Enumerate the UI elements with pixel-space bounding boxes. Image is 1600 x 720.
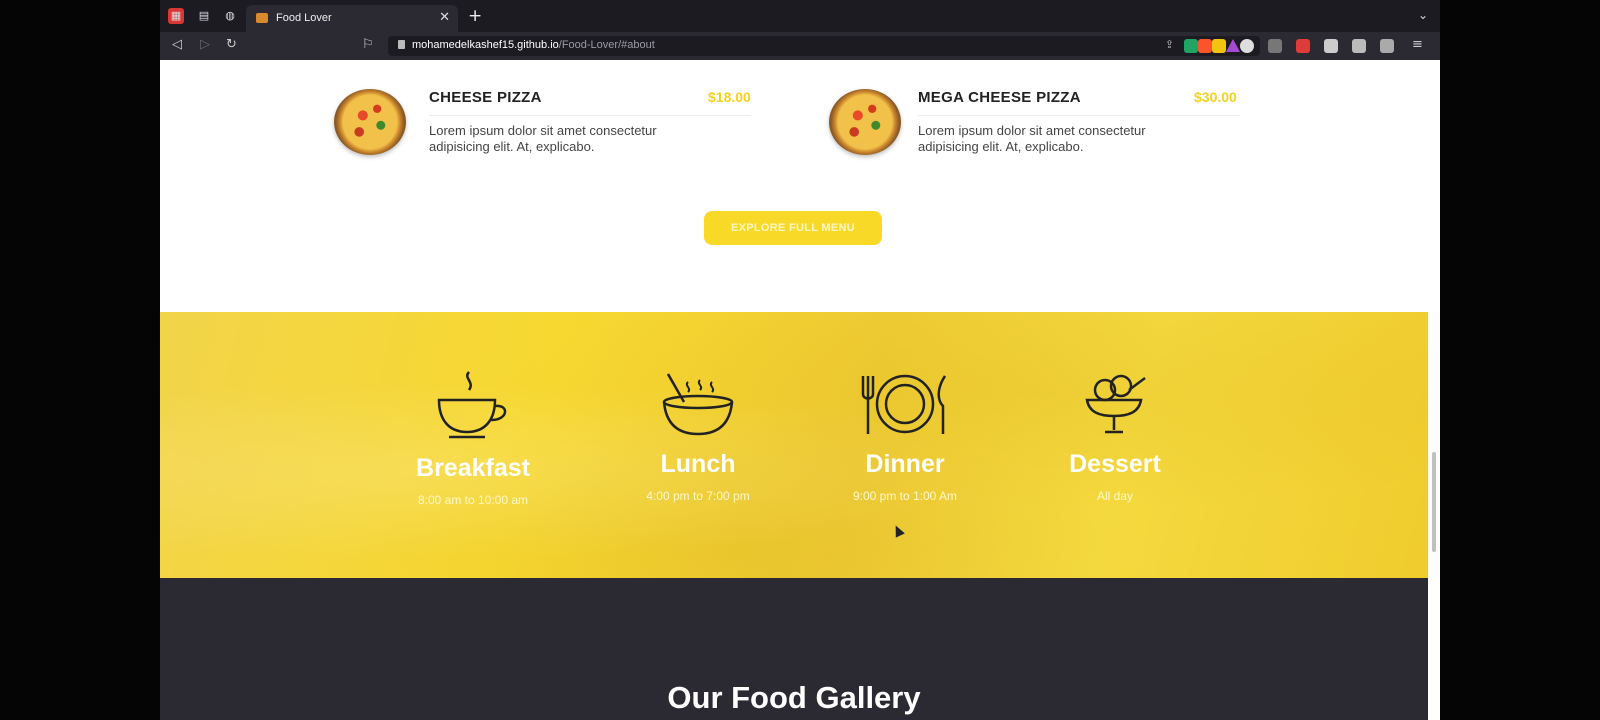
extension-icon[interactable] bbox=[1240, 39, 1254, 53]
pizza-image bbox=[334, 89, 406, 155]
menu-icon[interactable]: ≡ bbox=[1412, 37, 1423, 52]
tab-bar: ▦ ▤ ◍ Food Lover ✕ + ⌄ bbox=[160, 0, 1440, 32]
sidebar-icon[interactable] bbox=[1352, 39, 1366, 53]
meal-dinner: Dinner 9:00 pm to 1:00 Am bbox=[805, 368, 1005, 503]
bookmark-icon[interactable]: ⚐ bbox=[362, 37, 374, 52]
url-host: mohamedelkashef15.github.io bbox=[412, 39, 559, 51]
ice-cream-icon bbox=[1085, 374, 1146, 434]
dish-price: $18.00 bbox=[708, 89, 751, 105]
active-tab[interactable]: Food Lover ✕ bbox=[246, 5, 458, 32]
forward-icon[interactable]: ▷ bbox=[200, 37, 210, 52]
coffee-cup-icon bbox=[437, 371, 507, 439]
dish-description: Lorem ipsum dolor sit amet consectetur a… bbox=[429, 123, 657, 154]
new-tab-icon[interactable]: + bbox=[468, 6, 482, 26]
meal-time: 4:00 pm to 7:00 pm bbox=[646, 489, 750, 503]
url-text[interactable]: mohamedelkashef15.github.io/Food-Lover/#… bbox=[412, 39, 655, 51]
web-page: CHEESE PIZZA $18.00 Lorem ipsum dolor si… bbox=[160, 60, 1440, 720]
soup-bowl-icon bbox=[662, 373, 734, 436]
meal-lunch: Lunch 4:00 pm to 7:00 pm bbox=[598, 368, 798, 503]
gallery-section: Our Food Gallery bbox=[160, 578, 1428, 720]
meal-time: 8:00 am to 10:00 am bbox=[417, 493, 529, 507]
tab-title: Food Lover bbox=[276, 12, 332, 24]
shield-icon[interactable] bbox=[1268, 39, 1282, 53]
lock-icon bbox=[398, 40, 405, 49]
brave-shield-icon[interactable] bbox=[1198, 39, 1212, 53]
meal-title: Breakfast bbox=[416, 454, 530, 482]
plate-cutlery-icon bbox=[861, 374, 947, 434]
screen-background: ▦ ▤ ◍ Food Lover ✕ + ⌄ ◁ ▷ ↻ ⚐ mohamedel… bbox=[0, 0, 1600, 720]
document-icon[interactable]: ▤ bbox=[196, 8, 212, 24]
extension-icon[interactable] bbox=[1184, 39, 1198, 53]
scrollbar-thumb[interactable] bbox=[1432, 452, 1436, 552]
meal-time: 9:00 pm to 1:00 Am bbox=[852, 489, 958, 503]
dish-name: MEGA CHEESE PIZZA bbox=[918, 89, 1081, 106]
reload-icon[interactable]: ↻ bbox=[226, 37, 237, 52]
puzzle-icon[interactable] bbox=[1324, 39, 1338, 53]
meal-title: Lunch bbox=[660, 450, 736, 478]
browser-window: ▦ ▤ ◍ Food Lover ✕ + ⌄ ◁ ▷ ↻ ⚐ mohamedel… bbox=[160, 0, 1440, 720]
opening-hours-section: Breakfast 8:00 am to 10:00 am Lunch 4:00… bbox=[160, 312, 1428, 578]
dish-description: Lorem ipsum dolor sit amet consectetur a… bbox=[918, 123, 1146, 154]
close-tab-icon[interactable]: ✕ bbox=[439, 10, 450, 25]
extension-icon[interactable] bbox=[1296, 39, 1310, 53]
favicon-icon bbox=[256, 13, 268, 23]
meal-title: Dessert bbox=[1069, 450, 1161, 478]
explore-full-menu-button[interactable]: EXPLORE FULL MENU bbox=[704, 211, 882, 245]
address-bar[interactable]: mohamedelkashef15.github.io/Food-Lover/#… bbox=[388, 36, 1260, 56]
meal-time: All day bbox=[1096, 489, 1134, 503]
calendar-icon[interactable]: ▦ bbox=[168, 8, 184, 24]
divider bbox=[918, 115, 1240, 116]
pizza-image bbox=[829, 89, 901, 155]
chevron-down-icon[interactable]: ⌄ bbox=[1418, 8, 1428, 22]
back-icon[interactable]: ◁ bbox=[172, 37, 182, 52]
divider bbox=[429, 115, 751, 116]
wallet-icon[interactable] bbox=[1380, 39, 1394, 53]
dish-price: $30.00 bbox=[1194, 89, 1237, 105]
navigation-bar: ◁ ▷ ↻ ⚐ mohamedelkashef15.github.io/Food… bbox=[160, 32, 1440, 60]
meal-breakfast: Breakfast 8:00 am to 10:00 am bbox=[373, 368, 573, 507]
section-title: Our Food Gallery bbox=[667, 680, 921, 715]
meal-dessert: Dessert All day bbox=[1015, 368, 1215, 503]
scrollbar[interactable] bbox=[1428, 60, 1440, 720]
url-path: /Food-Lover/#about bbox=[558, 39, 655, 51]
extension-icon[interactable] bbox=[1212, 39, 1226, 53]
share-icon[interactable]: ⇪ bbox=[1165, 38, 1174, 51]
brave-rewards-icon[interactable] bbox=[1226, 39, 1240, 52]
meal-title: Dinner bbox=[865, 450, 945, 478]
globe-icon[interactable]: ◍ bbox=[222, 8, 238, 24]
dish-name: CHEESE PIZZA bbox=[429, 89, 542, 106]
